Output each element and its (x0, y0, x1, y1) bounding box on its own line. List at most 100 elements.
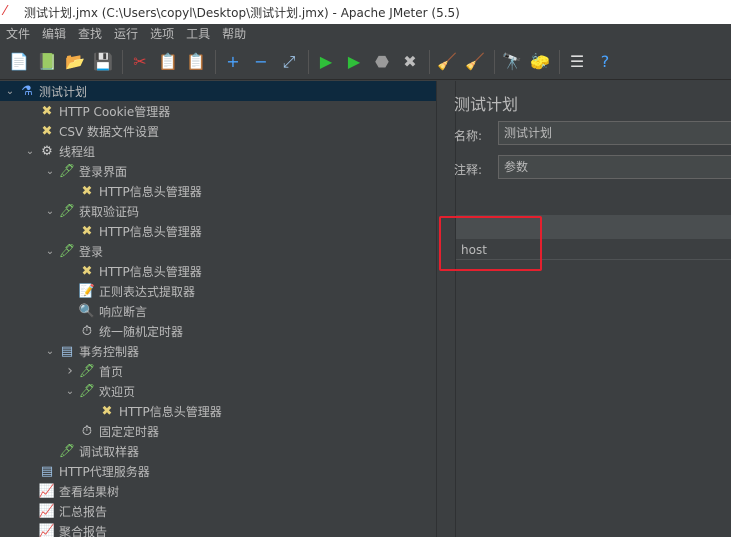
assertion-icon: 🔍 (78, 303, 96, 319)
menu-item-3[interactable]: 运行 (108, 24, 144, 44)
tree-node[interactable]: ⌄ ▤ 事务控制器 (0, 341, 436, 361)
stop-icon[interactable]: ⬣ (369, 49, 395, 75)
templates-icon[interactable]: 📗 (34, 49, 60, 75)
comment-field[interactable]: 参数 (498, 155, 731, 179)
tree-node-label: HTTP Cookie管理器 (59, 104, 171, 119)
toggle-icon[interactable]: ⤢ (276, 49, 302, 75)
expand-icon[interactable]: + (220, 49, 246, 75)
tools-icon: ✖ (101, 403, 113, 419)
tree-node-label: 统一随机定时器 (99, 324, 184, 339)
cut-icon[interactable]: ✂ (127, 49, 153, 75)
tree-node[interactable]: ⌄ 🖊 欢迎页 (0, 381, 436, 401)
clear-all-icon[interactable]: 🧹 (462, 49, 488, 75)
tree-node-label: HTTP信息头管理器 (99, 184, 202, 199)
tree-node[interactable]: ✖ HTTP信息头管理器 (0, 221, 436, 241)
tree-node[interactable]: ⏱ 统一随机定时器 (0, 321, 436, 341)
sampler-icon: 🖊 (78, 383, 96, 399)
listener-icon: 📈 (38, 483, 56, 499)
toolbar-separator (308, 49, 309, 74)
toolbar-separator (494, 49, 495, 74)
tree-node[interactable]: 📈 汇总报告 (0, 501, 436, 521)
tree-node-label: 调试取样器 (79, 444, 140, 459)
tools-icon: ✖ (41, 103, 53, 119)
tree-node[interactable]: ⌄ ⚙ 线程组 (0, 141, 436, 161)
chevron-down-icon[interactable]: ⌄ (44, 246, 56, 257)
sampler-icon: 🖊 (58, 243, 76, 259)
menu-item-2[interactable]: 查找 (72, 24, 108, 44)
toolbar-separator (559, 49, 560, 74)
tree-node[interactable]: ✖ HTTP Cookie管理器 (0, 101, 436, 121)
tree-node-label: 正则表达式提取器 (99, 284, 196, 299)
tree-node-label: 测试计划 (39, 84, 88, 99)
proxy-icon: ▤ (40, 463, 54, 479)
tools-icon: ✖ (41, 123, 53, 139)
chevron-down-icon[interactable]: ⌄ (24, 146, 36, 157)
new-icon[interactable]: 📄 (6, 49, 32, 75)
toolbar-separator (215, 49, 216, 74)
tree-node[interactable]: ✖ HTTP信息头管理器 (0, 261, 436, 281)
tree-node[interactable]: ⏱ 固定定时器 (0, 421, 436, 441)
chevron-down-icon[interactable]: ⌄ (64, 386, 76, 397)
tree-node[interactable]: 🖊 调试取样器 (0, 441, 436, 461)
function-helper-icon[interactable]: ☰ (564, 49, 590, 75)
help-icon[interactable]: ? (592, 49, 618, 75)
split-divider[interactable] (436, 81, 456, 537)
timer-icon: ⏱ (81, 423, 93, 439)
menu-item-6[interactable]: 帮助 (216, 24, 252, 44)
chevron-down-icon[interactable]: ⌄ (44, 206, 56, 217)
sampler-icon: 🖊 (58, 163, 76, 179)
clear-icon[interactable]: 🧹 (434, 49, 460, 75)
tree-node[interactable]: 📈 聚合报告 (0, 521, 436, 537)
window-titlebar: ⁄ 测试计划.jmx (C:\Users\copyl\Desktop\测试计划.… (0, 0, 731, 24)
tree-node-label: HTTP信息头管理器 (119, 404, 222, 419)
chevron-down-icon[interactable]: ⌄ (44, 166, 56, 177)
tools-icon: ✖ (81, 183, 93, 199)
toolbar-separator (429, 49, 430, 74)
tree-node[interactable]: ⌄ 🖊 登录界面 (0, 161, 436, 181)
test-plan-tree: ⌄ ⚗ 测试计划 ✖ HTTP Cookie管理器 ✖ CSV 数据文件设置 ⌄ ⚙ 线程组 ⌄ 🖊 登… (0, 81, 436, 537)
tree-node[interactable]: 📈 查看结果树 (0, 481, 436, 501)
save-icon[interactable]: 💾 (90, 49, 116, 75)
tree-node[interactable]: ⌄ 🖊 获取验证码 (0, 201, 436, 221)
reset-search-icon[interactable]: 🧽 (527, 49, 553, 75)
controller-icon: ▤ (60, 343, 74, 359)
tree-node[interactable]: ✖ CSV 数据文件设置 (0, 121, 436, 141)
tree-node-label: 线程组 (59, 144, 96, 159)
tree-node[interactable]: ✖ HTTP信息头管理器 (0, 401, 436, 421)
tree-node[interactable]: › 🖊 首页 (0, 361, 436, 381)
menu-item-1[interactable]: 编辑 (36, 24, 72, 44)
start-no-pause-icon[interactable]: ▶ (341, 49, 367, 75)
name-field[interactable]: 测试计划 (498, 121, 731, 145)
menu-item-4[interactable]: 选项 (144, 24, 180, 44)
chevron-down-icon[interactable]: ⌄ (4, 86, 16, 97)
gear-icon: ⚙ (41, 143, 53, 159)
start-icon[interactable]: ▶ (313, 49, 339, 75)
name-label: 名称: (454, 129, 483, 143)
menu-item-0[interactable]: 文件 (0, 24, 36, 44)
tree-node-label: 欢迎页 (99, 384, 136, 399)
tree-node-label: 响应断言 (99, 304, 148, 319)
shutdown-icon[interactable]: ✖ (397, 49, 423, 75)
menu-item-5[interactable]: 工具 (180, 24, 216, 44)
chevron-down-icon[interactable]: ⌄ (44, 346, 56, 357)
tree-node-label: 固定定时器 (99, 424, 160, 439)
search-icon[interactable]: 🔭 (499, 49, 525, 75)
tools-icon: ✖ (81, 263, 93, 279)
tools-icon: ✖ (81, 223, 93, 239)
chevron-right-icon[interactable]: › (64, 363, 76, 379)
tree-node[interactable]: ▤ HTTP代理服务器 (0, 461, 436, 481)
open-icon[interactable]: 📂 (62, 49, 88, 75)
sampler-icon: 🖊 (58, 443, 76, 459)
tree-node[interactable]: ⌄ ⚗ 测试计划 (0, 81, 436, 101)
toolbar: 📄 📗 📂 💾 ✂ 📋 📋 + − ⤢ ▶ ▶ ⬣ ✖ 🧹 🧹 🔭 🧽 ☰? (0, 44, 731, 80)
timer-icon: ⏱ (81, 323, 93, 339)
copy-icon[interactable]: 📋 (155, 49, 181, 75)
tree-node[interactable]: 🔍 响应断言 (0, 301, 436, 321)
collapse-icon[interactable]: − (248, 49, 274, 75)
tree-node[interactable]: ⌄ 🖊 登录 (0, 241, 436, 261)
panel-title: 测试计划 (454, 95, 519, 114)
tree-node[interactable]: ✖ HTTP信息头管理器 (0, 181, 436, 201)
tree-node[interactable]: 📝 正则表达式提取器 (0, 281, 436, 301)
paste-icon[interactable]: 📋 (183, 49, 209, 75)
test-plan-panel: 测试计划 名称: 测试计划 注释: 参数 host (454, 81, 731, 537)
